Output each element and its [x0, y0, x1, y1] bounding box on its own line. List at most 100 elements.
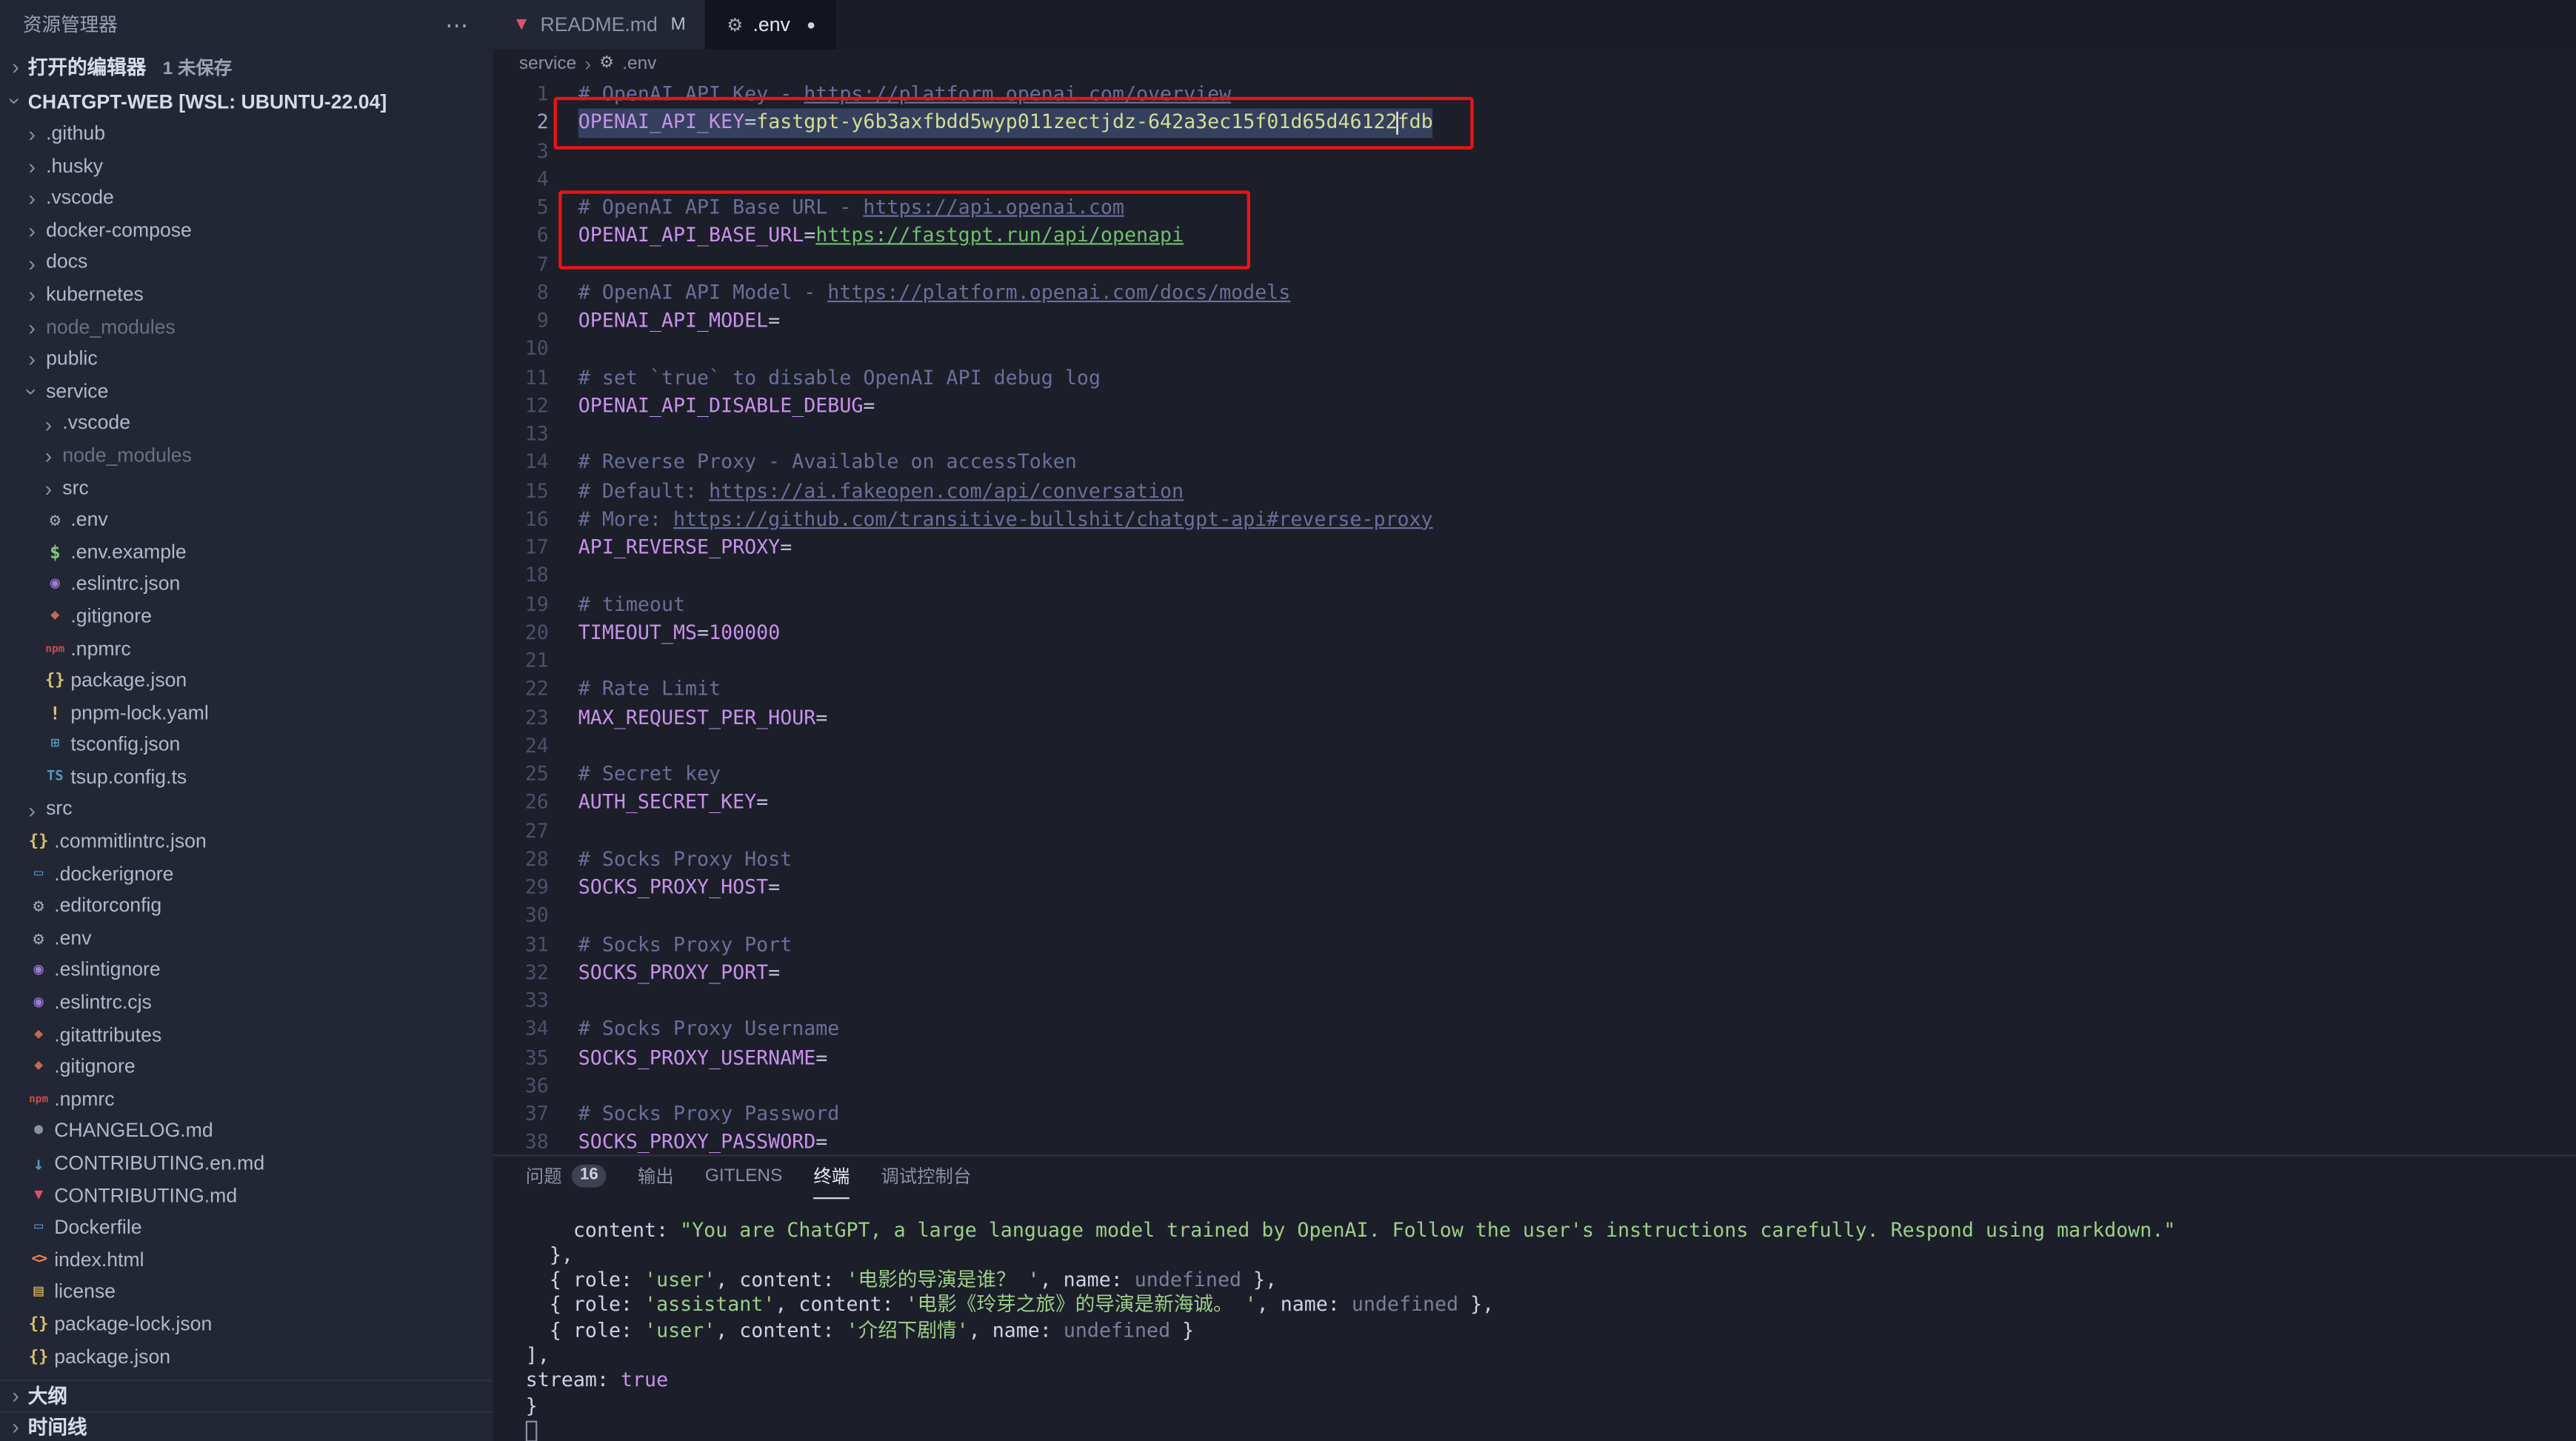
file-.gitignore[interactable]: ◆.gitignore: [0, 1052, 493, 1083]
file-.gitattributes[interactable]: ◆.gitattributes: [0, 1020, 493, 1052]
code-editor[interactable]: 1# OpenAI API Key - https://platform.ope…: [493, 77, 2576, 1154]
panel-tab-输出[interactable]: 输出: [638, 1155, 674, 1198]
file-.npmrc[interactable]: npm.npmrc: [0, 1084, 493, 1116]
folder-service[interactable]: ›service: [0, 375, 493, 407]
line-text: # Socks Proxy Port: [578, 931, 792, 959]
file-.eslintrc.json[interactable]: ◉.eslintrc.json: [0, 569, 493, 601]
file-package.json[interactable]: {}package.json: [0, 666, 493, 698]
npm-icon: npm: [28, 1084, 50, 1116]
file-.env[interactable]: ⚙.env: [0, 923, 493, 954]
code-line-33[interactable]: 33: [493, 987, 2576, 1015]
folder-.github[interactable]: ›.github: [0, 118, 493, 150]
code-line-2[interactable]: 2OPENAI_API_KEY=fastgpt-y6b3axfbdd5wyp01…: [493, 109, 2576, 137]
panel-tab-调试控制台[interactable]: 调试控制台: [881, 1155, 971, 1198]
code-line-18[interactable]: 18: [493, 562, 2576, 590]
open-editors-section[interactable]: › 打开的编辑器 1 未保存: [0, 50, 493, 84]
folder-node_modules[interactable]: ›node_modules: [0, 440, 493, 472]
panel-tab-问题[interactable]: 问题16: [526, 1155, 607, 1198]
folder-docs[interactable]: ›docs: [0, 247, 493, 279]
file-.eslintrc.cjs[interactable]: ◉.eslintrc.cjs: [0, 987, 493, 1019]
panel-tab-GITLENS[interactable]: GITLENS: [705, 1155, 782, 1198]
code-line-26[interactable]: 26AUTH_SECRET_KEY=: [493, 789, 2576, 817]
panel-tab-终端[interactable]: 终端: [813, 1155, 850, 1198]
code-line-37[interactable]: 37# Socks Proxy Password: [493, 1100, 2576, 1129]
file-pnpm-lock.yaml[interactable]: !pnpm-lock.yaml: [0, 698, 493, 729]
tab-readme[interactable]: ▼ README.md M: [493, 0, 707, 50]
code-line-7[interactable]: 7: [493, 250, 2576, 278]
code-line-3[interactable]: 3: [493, 137, 2576, 165]
code-line-36[interactable]: 36: [493, 1072, 2576, 1100]
code-line-10[interactable]: 10: [493, 335, 2576, 364]
code-line-22[interactable]: 22# Rate Limit: [493, 675, 2576, 703]
folder-src[interactable]: ›src: [0, 794, 493, 826]
outline-section[interactable]: › 大纲: [0, 1379, 493, 1410]
code-line-21[interactable]: 21: [493, 647, 2576, 675]
code-line-27[interactable]: 27: [493, 818, 2576, 846]
code-line-29[interactable]: 29SOCKS_PROXY_HOST=: [493, 874, 2576, 902]
folder-public[interactable]: ›public: [0, 344, 493, 375]
file-Dockerfile[interactable]: ▭Dockerfile: [0, 1212, 493, 1244]
gear-icon: ⚙: [28, 891, 50, 923]
file-tsconfig.json[interactable]: ⊞tsconfig.json: [0, 729, 493, 761]
folder-node_modules[interactable]: ›node_modules: [0, 311, 493, 343]
folder-.vscode[interactable]: ›.vscode: [0, 183, 493, 215]
code-line-19[interactable]: 19# timeout: [493, 590, 2576, 618]
code-line-12[interactable]: 12OPENAI_API_DISABLE_DEBUG=: [493, 392, 2576, 421]
code-line-23[interactable]: 23MAX_REQUEST_PER_HOUR=: [493, 703, 2576, 732]
file-.gitignore[interactable]: ◆.gitignore: [0, 601, 493, 633]
folder-.vscode[interactable]: ›.vscode: [0, 408, 493, 440]
panel-tab-bar: 问题16 输出 GITLENS 终端调试控制台: [493, 1155, 2576, 1198]
file-.eslintignore[interactable]: ◉.eslintignore: [0, 955, 493, 987]
folder-.husky[interactable]: ›.husky: [0, 150, 493, 182]
code-line-38[interactable]: 38SOCKS_PROXY_PASSWORD=: [493, 1129, 2576, 1154]
code-line-14[interactable]: 14# Reverse Proxy - Available on accessT…: [493, 449, 2576, 477]
folder-kubernetes[interactable]: ›kubernetes: [0, 279, 493, 311]
code-line-24[interactable]: 24: [493, 732, 2576, 760]
file-.env.example[interactable]: $.env.example: [0, 537, 493, 569]
file-CONTRIBUTING.md[interactable]: ▼CONTRIBUTING.md: [0, 1180, 493, 1212]
file-.dockerignore[interactable]: ▭.dockerignore: [0, 858, 493, 890]
code-line-6[interactable]: 6OPENAI_API_BASE_URL=https://fastgpt.run…: [493, 222, 2576, 250]
code-line-35[interactable]: 35SOCKS_PROXY_USERNAME=: [493, 1044, 2576, 1072]
folder-docker-compose[interactable]: ›docker-compose: [0, 215, 493, 247]
file-.commitlintrc.json[interactable]: {}.commitlintrc.json: [0, 826, 493, 858]
code-line-34[interactable]: 34# Socks Proxy Username: [493, 1015, 2576, 1043]
code-line-5[interactable]: 5# OpenAI API Base URL - https://api.ope…: [493, 194, 2576, 222]
terminal-line-5: { role: 'user', content: '介绍下剧情', name: …: [526, 1318, 2576, 1343]
code-line-25[interactable]: 25# Secret key: [493, 760, 2576, 789]
project-root[interactable]: › CHATGPT-WEB [WSL: UBUNTU-22.04]: [0, 84, 493, 118]
file-license[interactable]: ▤license: [0, 1277, 493, 1308]
code-line-8[interactable]: 8# OpenAI API Model - https://platform.o…: [493, 279, 2576, 307]
code-line-4[interactable]: 4: [493, 165, 2576, 193]
tab-env[interactable]: ⚙ .env ●: [707, 0, 837, 50]
breadcrumb-file[interactable]: .env: [622, 53, 656, 73]
code-line-13[interactable]: 13: [493, 421, 2576, 449]
file-.env[interactable]: ⚙.env: [0, 504, 493, 536]
code-line-15[interactable]: 15# Default: https://ai.fakeopen.com/api…: [493, 477, 2576, 505]
code-line-31[interactable]: 31# Socks Proxy Port: [493, 931, 2576, 959]
more-actions-icon[interactable]: ⋯: [445, 10, 470, 39]
code-line-30[interactable]: 30: [493, 902, 2576, 930]
file-.editorconfig[interactable]: ⚙.editorconfig: [0, 891, 493, 923]
code-line-16[interactable]: 16# More: https://github.com/transitive-…: [493, 506, 2576, 534]
file-label: .vscode: [62, 408, 130, 440]
folder-src[interactable]: ›src: [0, 472, 493, 504]
file-CONTRIBUTING.en.md[interactable]: ↓CONTRIBUTING.en.md: [0, 1148, 493, 1180]
code-line-20[interactable]: 20TIMEOUT_MS=100000: [493, 619, 2576, 647]
code-line-32[interactable]: 32SOCKS_PROXY_PORT=: [493, 959, 2576, 987]
terminal[interactable]: content: "You are ChatGPT, a large langu…: [493, 1198, 2576, 1441]
code-line-28[interactable]: 28# Socks Proxy Host: [493, 846, 2576, 874]
code-line-11[interactable]: 11# set `true` to disable OpenAI API deb…: [493, 364, 2576, 392]
file-package.json[interactable]: {}package.json: [0, 1341, 493, 1373]
unsaved-dot-icon[interactable]: ●: [807, 16, 815, 33]
file-index.html[interactable]: <>index.html: [0, 1245, 493, 1277]
code-line-1[interactable]: 1# OpenAI API Key - https://platform.ope…: [493, 81, 2576, 109]
code-line-17[interactable]: 17API_REVERSE_PROXY=: [493, 534, 2576, 562]
file-.npmrc[interactable]: npm.npmrc: [0, 633, 493, 665]
file-tsup.config.ts[interactable]: TStsup.config.ts: [0, 762, 493, 794]
file-package-lock.json[interactable]: {}package-lock.json: [0, 1309, 493, 1341]
breadcrumb-folder[interactable]: service: [519, 53, 576, 73]
timeline-section[interactable]: › 时间线: [0, 1410, 493, 1441]
code-line-9[interactable]: 9OPENAI_API_MODEL=: [493, 307, 2576, 335]
file-CHANGELOG.md[interactable]: ●CHANGELOG.md: [0, 1116, 493, 1148]
